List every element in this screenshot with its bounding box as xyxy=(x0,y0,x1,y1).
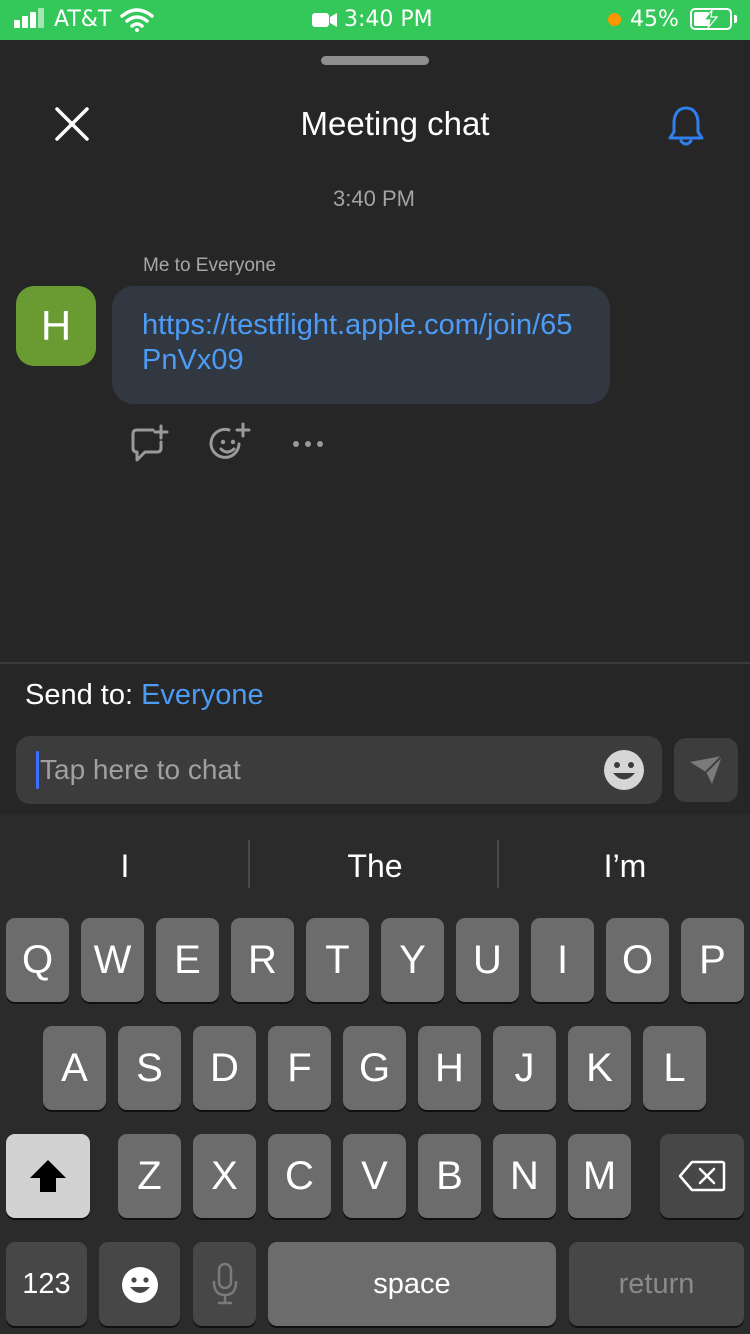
key-z[interactable]: Z xyxy=(118,1134,181,1218)
wifi-icon xyxy=(120,8,154,32)
key-f[interactable]: F xyxy=(268,1026,331,1110)
numbers-key[interactable]: 123 xyxy=(6,1242,87,1326)
key-l[interactable]: L xyxy=(643,1026,706,1110)
send-to-recipient[interactable]: Everyone xyxy=(141,679,264,711)
key-x[interactable]: X xyxy=(193,1134,256,1218)
charging-bolt-icon xyxy=(702,10,719,28)
suggestion-2[interactable]: The xyxy=(250,846,500,886)
video-camera-icon xyxy=(312,13,337,27)
chat-input[interactable] xyxy=(40,750,580,790)
add-reaction-icon[interactable] xyxy=(207,422,251,466)
dictation-key[interactable] xyxy=(193,1242,256,1326)
status-time: 3:40 PM xyxy=(344,7,433,32)
shift-key[interactable] xyxy=(6,1134,90,1218)
send-button[interactable] xyxy=(674,738,738,802)
emoji-keyboard-icon xyxy=(122,1267,158,1303)
composer-divider xyxy=(0,662,750,664)
more-options-icon[interactable] xyxy=(286,422,330,466)
message-timestamp: 3:40 PM xyxy=(333,186,415,211)
key-j[interactable]: J xyxy=(493,1026,556,1110)
key-g[interactable]: G xyxy=(343,1026,406,1110)
key-n[interactable]: N xyxy=(493,1134,556,1218)
key-o[interactable]: O xyxy=(606,918,669,1002)
suggestion-divider xyxy=(497,840,499,888)
emoji-icon[interactable] xyxy=(602,748,646,792)
key-y[interactable]: Y xyxy=(381,918,444,1002)
message-bubble[interactable]: https://testflight.apple.com/join/65PnVx… xyxy=(112,286,610,404)
keyboard: I The I’m Q W E R T Y U I O P A S D F G … xyxy=(0,814,750,1334)
send-to-label: Send to: xyxy=(25,679,134,711)
status-bar: AT&T 3:40 PM 45% xyxy=(0,0,750,40)
battery-tip xyxy=(734,15,737,23)
key-i[interactable]: I xyxy=(531,918,594,1002)
key-d[interactable]: D xyxy=(193,1026,256,1110)
key-r[interactable]: R xyxy=(231,918,294,1002)
sheet-grabber[interactable] xyxy=(321,56,429,65)
carrier-label: AT&T xyxy=(54,7,112,32)
suggestion-1[interactable]: I xyxy=(0,846,250,886)
message-link[interactable]: https://testflight.apple.com/join/65PnVx… xyxy=(142,309,572,376)
shift-arrow-icon xyxy=(30,1160,66,1192)
microphone-icon xyxy=(212,1262,238,1305)
avatar[interactable]: H xyxy=(16,286,96,366)
send-arrow-icon xyxy=(690,755,723,784)
key-b[interactable]: B xyxy=(418,1134,481,1218)
reply-comment-icon[interactable] xyxy=(127,422,171,466)
message-sender-line: Me to Everyone xyxy=(143,255,277,276)
key-v[interactable]: V xyxy=(343,1134,406,1218)
key-e[interactable]: E xyxy=(156,918,219,1002)
space-key[interactable]: space xyxy=(268,1242,556,1326)
battery-icon xyxy=(690,8,732,30)
delete-key[interactable] xyxy=(660,1134,744,1218)
key-a[interactable]: A xyxy=(43,1026,106,1110)
key-p[interactable]: P xyxy=(681,918,744,1002)
key-s[interactable]: S xyxy=(118,1026,181,1110)
key-w[interactable]: W xyxy=(81,918,144,1002)
bell-icon[interactable] xyxy=(664,104,708,148)
key-c[interactable]: C xyxy=(268,1134,331,1218)
text-cursor xyxy=(36,751,39,789)
backspace-icon xyxy=(678,1160,726,1192)
key-k[interactable]: K xyxy=(568,1026,631,1110)
return-key[interactable]: return xyxy=(569,1242,744,1326)
key-t[interactable]: T xyxy=(306,918,369,1002)
suggestion-3[interactable]: I’m xyxy=(500,846,750,886)
key-m[interactable]: M xyxy=(568,1134,631,1218)
key-u[interactable]: U xyxy=(456,918,519,1002)
recording-indicator-dot xyxy=(608,13,621,26)
battery-percent: 45% xyxy=(630,7,679,32)
page-title: Meeting chat xyxy=(300,105,490,142)
key-q[interactable]: Q xyxy=(6,918,69,1002)
send-to-row[interactable]: Send to: Everyone xyxy=(25,676,264,714)
emoji-key[interactable] xyxy=(99,1242,180,1326)
key-h[interactable]: H xyxy=(418,1026,481,1110)
